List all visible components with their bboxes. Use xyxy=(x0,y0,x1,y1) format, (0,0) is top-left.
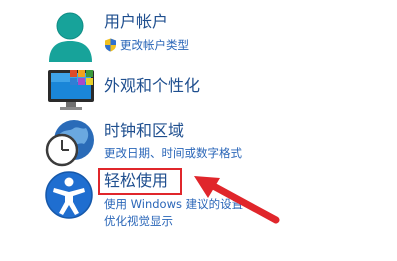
optimize-visual-display-link[interactable]: 优化视觉显示 xyxy=(104,214,173,229)
user-icon[interactable] xyxy=(46,10,96,64)
change-account-type-link[interactable]: 更改帐户类型 xyxy=(120,38,189,53)
change-date-time-format-link[interactable]: 更改日期、时间或数字格式 xyxy=(104,146,242,161)
shield-icon xyxy=(104,38,117,52)
category-title-clock-region[interactable]: 时钟和区域 xyxy=(104,121,184,141)
category-title-ease-of-access[interactable]: 轻松使用 xyxy=(104,171,168,191)
category-title-appearance[interactable]: 外观和个性化 xyxy=(104,76,200,96)
monitor-icon[interactable] xyxy=(46,68,98,112)
accessibility-icon[interactable] xyxy=(44,170,94,220)
globe-clock-icon[interactable] xyxy=(44,118,98,170)
annotation-arrow xyxy=(190,172,290,236)
category-title-user-accounts[interactable]: 用户帐户 xyxy=(104,12,168,32)
